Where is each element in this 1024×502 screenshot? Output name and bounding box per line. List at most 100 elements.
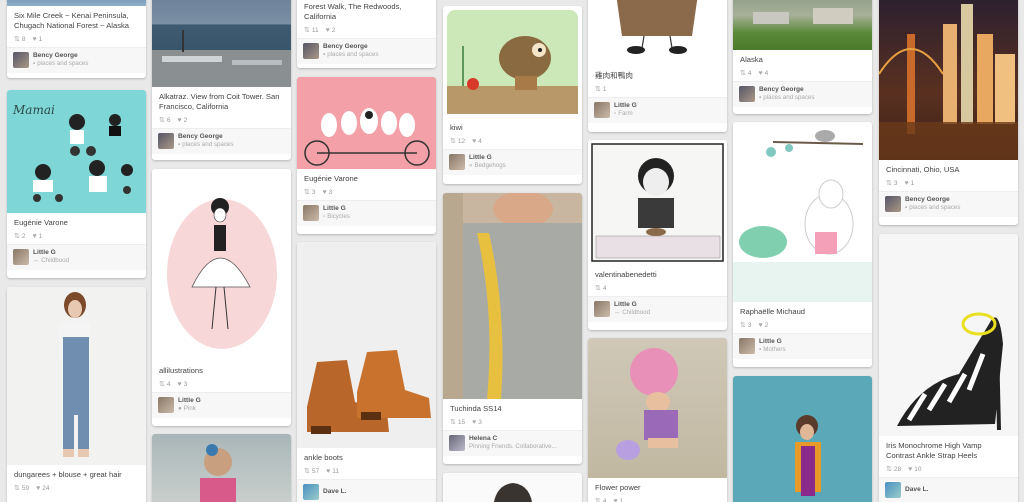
pin-card[interactable]: Mamai Eugénie Varone ⇅ 2 ♥ 1 Little G ↔ Chi… xyxy=(7,90,146,278)
pin-description[interactable]: Alaska xyxy=(733,50,872,67)
pin-owner[interactable]: Little G «Bedgehogs xyxy=(443,149,582,175)
pin-image[interactable] xyxy=(7,0,146,6)
pin-card[interactable]: Flower power ⇅ 4 ♥ 1 xyxy=(588,338,727,502)
pin-card[interactable]: Cincinnati, Ohio, USA ⇅ 3 ♥ 1 Bency George… xyxy=(879,0,1018,225)
pin-owner[interactable]: Bency George ▪ places and spaces xyxy=(7,47,146,73)
pin-description[interactable]: Eugénie Varone xyxy=(7,213,146,230)
pin-description[interactable]: dungarees + blouse + great hair xyxy=(7,465,146,482)
avatar[interactable] xyxy=(13,52,29,68)
pin-owner[interactable]: Little G ▫ Bicycles xyxy=(297,200,436,226)
pin-image[interactable] xyxy=(443,6,582,118)
pin-image[interactable] xyxy=(733,122,872,302)
pin-owner[interactable]: Little G ● Pink xyxy=(152,392,291,418)
avatar[interactable] xyxy=(13,249,29,265)
pin-description[interactable]: Raphaëlle Michaud xyxy=(733,302,872,319)
pin-owner[interactable]: Bency George ▪ places and spaces xyxy=(733,81,872,107)
avatar[interactable] xyxy=(594,102,610,118)
pin-image[interactable]: Mamai xyxy=(7,90,146,213)
pin-card[interactable]: Alkatraz. View from Coit Tower. San Fran… xyxy=(152,0,291,160)
avatar[interactable] xyxy=(303,484,319,500)
pin-owner[interactable]: Dave L. xyxy=(879,477,1018,502)
pin-image[interactable] xyxy=(588,0,727,66)
board-name[interactable]: Pinning Friends. Collaborative... xyxy=(469,443,557,450)
pin-card[interactable]: Eugénie Varone ⇅ 3 ♥ 3 Little G ▫ Bicycles xyxy=(297,77,436,234)
board-name[interactable]: Farm xyxy=(618,110,632,117)
avatar[interactable] xyxy=(739,338,755,354)
pin-image[interactable] xyxy=(152,0,291,87)
pin-card[interactable]: Six Mile Creek ~ Kenai Peninsula, Chugac… xyxy=(7,0,146,78)
pin-card[interactable] xyxy=(733,376,872,502)
pin-image[interactable] xyxy=(443,193,582,399)
owner-name[interactable]: Little G xyxy=(759,338,786,346)
owner-name[interactable]: Little G xyxy=(614,301,650,309)
pin-image[interactable] xyxy=(7,287,146,465)
board-name[interactable]: places and spaces xyxy=(327,51,378,58)
avatar[interactable] xyxy=(449,154,465,170)
board-name[interactable]: places and spaces xyxy=(182,141,233,148)
pin-image[interactable] xyxy=(588,338,727,478)
pin-card[interactable]: dungarees + blouse + great hair ⇅ 59 ♥ 24 xyxy=(7,287,146,502)
avatar[interactable] xyxy=(885,482,901,498)
pin-description[interactable]: Eugénie Varone xyxy=(297,169,436,186)
pin-owner[interactable]: Bency George ▪ places and spaces xyxy=(879,191,1018,217)
owner-name[interactable]: Little G xyxy=(614,102,637,110)
pin-description[interactable]: Iris Monochrome High Vamp Contrast Ankle… xyxy=(879,436,1018,463)
board-name[interactable]: places and spaces xyxy=(763,94,814,101)
pin-image[interactable] xyxy=(879,0,1018,160)
pin-description[interactable]: Tuchinda SS14 xyxy=(443,399,582,416)
pin-owner[interactable]: Little G ▫ Farm xyxy=(588,97,727,123)
board-name[interactable]: Mothers xyxy=(763,346,785,353)
board-name[interactable]: Bedgehogs xyxy=(474,162,505,169)
pin-card[interactable] xyxy=(443,473,582,502)
owner-name[interactable]: Bency George xyxy=(33,52,88,60)
pin-description[interactable]: Forest Walk, The Redwoods, California xyxy=(297,0,436,24)
pin-owner[interactable]: Helena C Pinning Friends. Collaborative.… xyxy=(443,430,582,456)
owner-name[interactable]: Bency George xyxy=(905,196,960,204)
pin-owner[interactable]: Dave L. xyxy=(297,479,436,502)
pin-card[interactable]: 雞肉和鴨肉 ⇅ 1 Little G ▫ Farm xyxy=(588,0,727,132)
avatar[interactable] xyxy=(449,435,465,451)
pin-image[interactable] xyxy=(152,434,291,502)
avatar[interactable] xyxy=(739,86,755,102)
pin-owner[interactable]: Little G ↔ Childbood xyxy=(7,244,146,270)
pin-description[interactable]: ankle boots xyxy=(297,448,436,465)
pin-card[interactable]: valentinabenedetti ⇅ 4 Little G ↔ Childboo… xyxy=(588,140,727,330)
pin-image[interactable] xyxy=(297,77,436,169)
owner-name[interactable]: Dave L. xyxy=(323,488,346,496)
board-name[interactable]: Bicycles xyxy=(327,213,350,220)
avatar[interactable] xyxy=(158,133,174,149)
pin-card[interactable]: Forest Walk, The Redwoods, California ⇅ 1… xyxy=(297,0,436,68)
pin-card[interactable]: Tuchinda SS14 ⇅ 15 ♥ 3 Helena C Pinning Fr… xyxy=(443,193,582,464)
owner-name[interactable]: Little G xyxy=(323,205,350,213)
owner-name[interactable]: Bency George xyxy=(323,43,378,51)
pin-description[interactable]: Flower power xyxy=(588,478,727,495)
pin-card[interactable]: Iris Monochrome High Vamp Contrast Ankle… xyxy=(879,234,1018,502)
board-name[interactable]: Childbood xyxy=(622,309,650,316)
avatar[interactable] xyxy=(303,43,319,59)
pin-description[interactable]: Six Mile Creek ~ Kenai Peninsula, Chugac… xyxy=(7,6,146,33)
pin-description[interactable]: Alkatraz. View from Coit Tower. San Fran… xyxy=(152,87,291,114)
pin-card[interactable]: allilustrations ⇅ 4 ♥ 3 Little G ● Pink xyxy=(152,169,291,426)
pin-owner[interactable]: Little G ↔ Childbood xyxy=(588,296,727,322)
pin-owner[interactable]: Bency George ▪ places and spaces xyxy=(152,128,291,154)
pin-image[interactable] xyxy=(152,169,291,361)
pin-description[interactable]: 雞肉和鴨肉 xyxy=(588,66,727,83)
pin-image[interactable] xyxy=(297,242,436,448)
pin-description[interactable]: kiwi xyxy=(443,118,582,135)
pin-image[interactable] xyxy=(733,0,872,50)
pin-card[interactable]: Raphaëlle Michaud ⇅ 3 ♥ 2 Little G ▪ Mother… xyxy=(733,122,872,367)
pin-image[interactable] xyxy=(588,140,727,265)
owner-name[interactable]: Dave L. xyxy=(905,486,928,494)
pin-owner[interactable]: Bency George ▪ places and spaces xyxy=(297,38,436,64)
avatar[interactable] xyxy=(303,205,319,221)
owner-name[interactable]: Helena C xyxy=(469,435,557,443)
pin-image[interactable] xyxy=(443,473,582,502)
owner-name[interactable]: Little G xyxy=(33,249,69,257)
pin-card[interactable]: kiwi ⇅ 12 ♥ 4 Little G «Bedgehogs xyxy=(443,6,582,184)
avatar[interactable] xyxy=(158,397,174,413)
pin-card[interactable] xyxy=(152,434,291,502)
owner-name[interactable]: Little G xyxy=(178,397,201,405)
avatar[interactable] xyxy=(885,196,901,212)
pin-description[interactable]: valentinabenedetti xyxy=(588,265,727,282)
pin-description[interactable]: allilustrations xyxy=(152,361,291,378)
